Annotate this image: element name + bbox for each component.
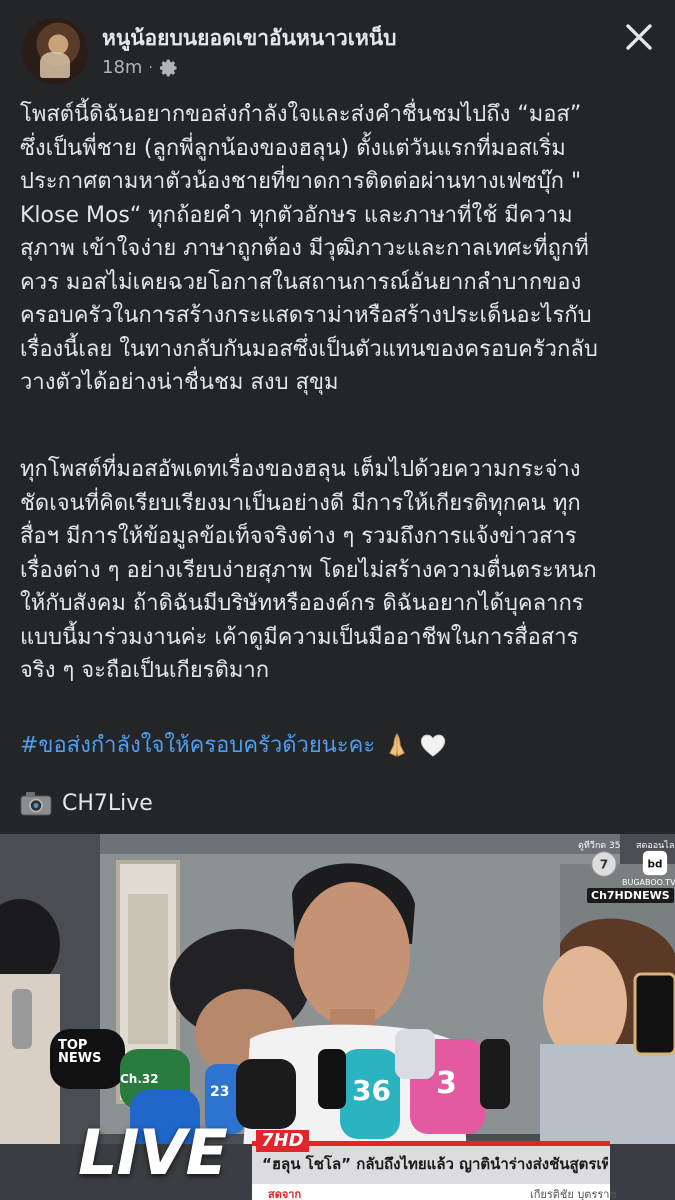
post-time[interactable]: 18m [102,57,142,78]
svg-text:7: 7 [600,858,608,872]
hashtag-text[interactable]: #ขอส่งกำลังใจให้ครอบครัวด้วยนะคะ [20,727,375,762]
white-heart-emoji-icon [421,734,446,757]
mic-label: 23 [210,1084,230,1100]
hd-badge: 7HD [256,1130,309,1152]
photo-credit: CH7Live [20,790,153,816]
headline-text: “ฮลุน โชโล” กลับถึงไทยแล้ว ญาตินำร่างส่ง… [262,1155,608,1173]
live-label: LIVE [78,1116,228,1189]
author-avatar[interactable] [22,18,88,84]
sub-right-text: เกียรติชัย บุตรราช [530,1188,617,1200]
sub-left-text: สดจาก [268,1188,302,1200]
ch7hd-news-label: Ch7HDNEWS [587,888,674,903]
pray-emoji-icon [389,732,405,757]
camera-emoji-icon [20,792,52,816]
svg-text:bd: bd [648,858,663,870]
post-paragraph-2: ทุกโพสต์ที่มอสอัพเดทเรื่องของฮลุน เต็มไป… [20,457,597,683]
gear-icon [159,59,177,76]
credit-text: CH7Live [62,790,153,816]
close-icon[interactable] [622,20,656,54]
bugaboo-logo-icon: bd [642,850,668,876]
post-photo[interactable]: TOP NEWS Ch.32 23 36 3 ดูทีวีกด 35 สดออน… [0,834,675,1200]
post-header: หนูน้อยบนยอดเขาอันหนาวเหน็บ 18m · [0,0,675,90]
post-paragraph-1: โพสต์นี้ดิฉันอยากขอส่งกำลังใจและส่งคำชื่… [20,102,598,395]
hashtag-link[interactable]: #ขอส่งกำลังใจให้ครอบครัวด้วยนะคะ [20,727,447,762]
ch7-logo-icon: 7 [591,851,617,877]
meta-separator: · [148,59,153,76]
post-meta: 18m · [102,57,179,78]
mic-label: 3 [436,1066,457,1101]
mic-label: Ch.32 [120,1072,159,1086]
mic-label: 36 [352,1074,391,1107]
bugaboo-label: BUGABOO.TV [622,878,675,887]
mic-label: TOP NEWS [58,1038,102,1066]
author-name[interactable]: หนูน้อยบนยอดเขาอันหนาวเหน็บ [102,22,397,55]
